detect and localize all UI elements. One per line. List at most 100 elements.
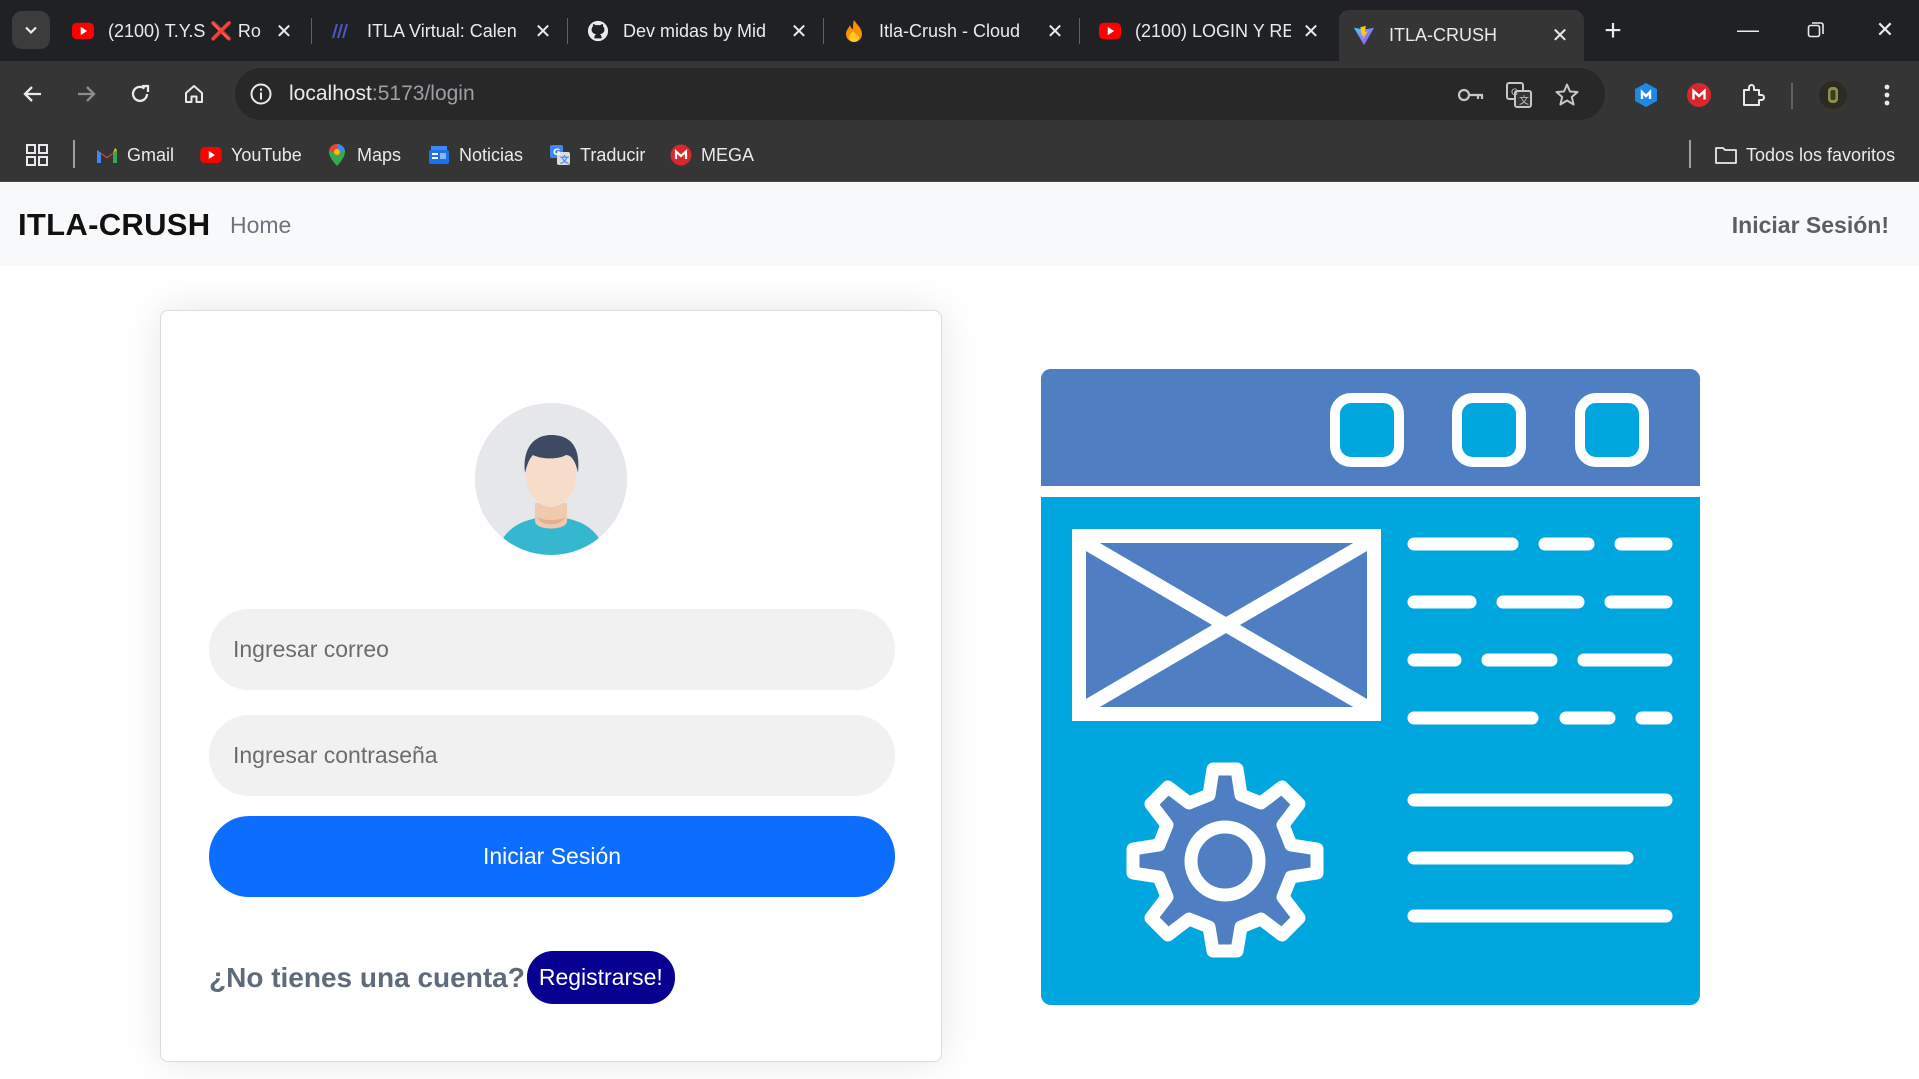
register-row: ¿No tienes una cuenta? Registrarse!: [209, 951, 675, 1004]
tab-title: Dev midas by Mid: [623, 20, 767, 41]
tab-strip: (2100) T.Y.S ❌ Ro ✕ ITLA Virtual: Calen …: [0, 0, 1919, 61]
bookmark-youtube[interactable]: YouTube: [200, 140, 302, 170]
login-submit-button[interactable]: Iniciar Sesión: [209, 816, 895, 897]
tab-search-button[interactable]: [12, 11, 50, 49]
url-host: localhost: [289, 82, 372, 105]
bookmark-divider: [1689, 140, 1691, 168]
mega-icon: [670, 144, 692, 166]
reload-icon: [131, 84, 150, 102]
tab-title: ITLA Virtual: Calen: [367, 20, 517, 41]
register-button[interactable]: Registrarse!: [526, 951, 675, 1004]
bookmark-label: Maps: [357, 144, 402, 165]
address-bar[interactable]: localhost:5173/login G文: [235, 68, 1605, 120]
home-icon: [185, 85, 203, 103]
tab-title: (2100) LOGIN Y RE: [1135, 20, 1291, 41]
close-icon[interactable]: ✕: [1045, 19, 1065, 44]
page-viewport: ITLA-CRUSH Home Iniciar Sesión! Iniciar …: [0, 182, 1919, 1079]
email-settings-illustration: [1041, 369, 1700, 1005]
bookmark-star-icon[interactable]: [1553, 81, 1581, 109]
url-text[interactable]: localhost:5173/login: [289, 82, 475, 106]
close-icon[interactable]: ✕: [1550, 23, 1570, 48]
arrow-right-icon: [78, 86, 96, 102]
close-icon[interactable]: ✕: [533, 19, 553, 44]
nav-login-link[interactable]: Iniciar Sesión!: [1732, 212, 1889, 239]
tab-title: ITLA-CRUSH: [1389, 25, 1498, 45]
bookmark-label: Traducir: [580, 144, 646, 165]
nav-home-link[interactable]: Home: [230, 212, 291, 239]
restore-button[interactable]: [1786, 10, 1846, 50]
translate-page-icon[interactable]: G文: [1505, 81, 1533, 109]
bookmark-divider: [73, 140, 75, 168]
tab-itla-virtual[interactable]: ITLA Virtual: Calen ✕: [317, 10, 567, 52]
forward-button[interactable]: [67, 75, 105, 113]
extensions-puzzle-icon[interactable]: [1738, 80, 1768, 110]
chevron-down-icon: [25, 26, 37, 35]
svg-text:文: 文: [559, 154, 570, 166]
bookmark-mega[interactable]: MEGA: [670, 140, 754, 170]
user-avatar-icon: [475, 403, 627, 555]
youtube-icon: [72, 20, 94, 42]
youtube-icon: [200, 144, 222, 166]
itla-virtual-icon: [331, 20, 353, 42]
vite-icon: [1353, 25, 1375, 47]
profile-avatar[interactable]: [1818, 80, 1848, 110]
back-button[interactable]: [14, 75, 52, 113]
email-input[interactable]: [209, 609, 895, 690]
minimize-button[interactable]: —: [1718, 10, 1778, 50]
bookmarks-bar: Gmail YouTube Maps Noticias G文 Traducir …: [0, 128, 1919, 182]
tab-divider: [823, 18, 824, 44]
toolbar-divider: [1791, 83, 1793, 109]
gmail-icon: [96, 144, 118, 166]
news-icon: [428, 144, 450, 166]
close-icon[interactable]: ✕: [1301, 19, 1321, 44]
extension-shield-icon[interactable]: [1631, 80, 1661, 110]
bookmark-label: Gmail: [127, 144, 175, 165]
new-tab-button[interactable]: +: [1596, 15, 1630, 49]
gear-icon: [1126, 762, 1324, 958]
tab-title: (2100) T.Y.S ❌ Ro: [108, 20, 261, 41]
mega-extension-icon[interactable]: [1684, 80, 1714, 110]
close-window-button[interactable]: ✕: [1855, 10, 1915, 50]
bookmark-gmail[interactable]: Gmail: [96, 140, 174, 170]
login-card: Iniciar Sesión ¿No tienes una cuenta? Re…: [160, 310, 942, 1062]
bookmark-traducir[interactable]: G文 Traducir: [549, 140, 645, 170]
app-navbar: ITLA-CRUSH Home Iniciar Sesión!: [0, 182, 1919, 266]
bookmark-label: Todos los favoritos: [1746, 144, 1896, 165]
tab-divider: [567, 18, 568, 44]
firebase-icon: [843, 20, 865, 42]
folder-icon: [1715, 144, 1737, 166]
menu-kebab-icon[interactable]: [1872, 80, 1902, 110]
tab-youtube-tys[interactable]: (2100) T.Y.S ❌ Ro ✕: [58, 10, 308, 52]
bookmark-label: MEGA: [701, 144, 755, 165]
password-key-icon[interactable]: [1457, 81, 1485, 109]
apps-grid-icon: [26, 144, 48, 166]
tab-youtube-login[interactable]: (2100) LOGIN Y RE ✕: [1085, 10, 1335, 52]
svg-text:G: G: [1511, 88, 1518, 98]
apps-grid-button[interactable]: [26, 140, 48, 170]
reload-button[interactable]: [121, 75, 159, 113]
all-bookmarks-folder[interactable]: Todos los favoritos: [1715, 140, 1895, 170]
tab-divider: [1079, 18, 1080, 44]
browser-toolbar: localhost:5173/login G文: [0, 61, 1919, 128]
bookmark-maps[interactable]: Maps: [326, 140, 401, 170]
tab-firebase[interactable]: Itla-Crush - Cloud ✕: [829, 10, 1079, 52]
home-button[interactable]: [175, 75, 213, 113]
brand-logo[interactable]: ITLA-CRUSH: [18, 207, 210, 243]
restore-icon: [1807, 22, 1824, 38]
bookmark-noticias[interactable]: Noticias: [428, 140, 523, 170]
bookmark-label: YouTube: [231, 144, 302, 165]
tab-itla-crush[interactable]: ITLA-CRUSH ✕: [1339, 10, 1584, 61]
github-icon: [587, 20, 609, 42]
tab-github[interactable]: Dev midas by Mid ✕: [573, 10, 823, 52]
close-icon[interactable]: ✕: [274, 19, 294, 44]
svg-text:文: 文: [1519, 94, 1529, 107]
password-input[interactable]: [209, 715, 895, 796]
tab-divider: [311, 18, 312, 44]
translate-icon: G文: [549, 144, 571, 166]
bookmark-label: Noticias: [459, 144, 524, 165]
maps-icon: [326, 144, 348, 166]
close-icon[interactable]: ✕: [789, 19, 809, 44]
site-info-icon[interactable]: [248, 81, 274, 107]
register-prompt: ¿No tienes una cuenta?: [209, 961, 525, 993]
tab-title: Itla-Crush - Cloud: [879, 20, 1021, 41]
